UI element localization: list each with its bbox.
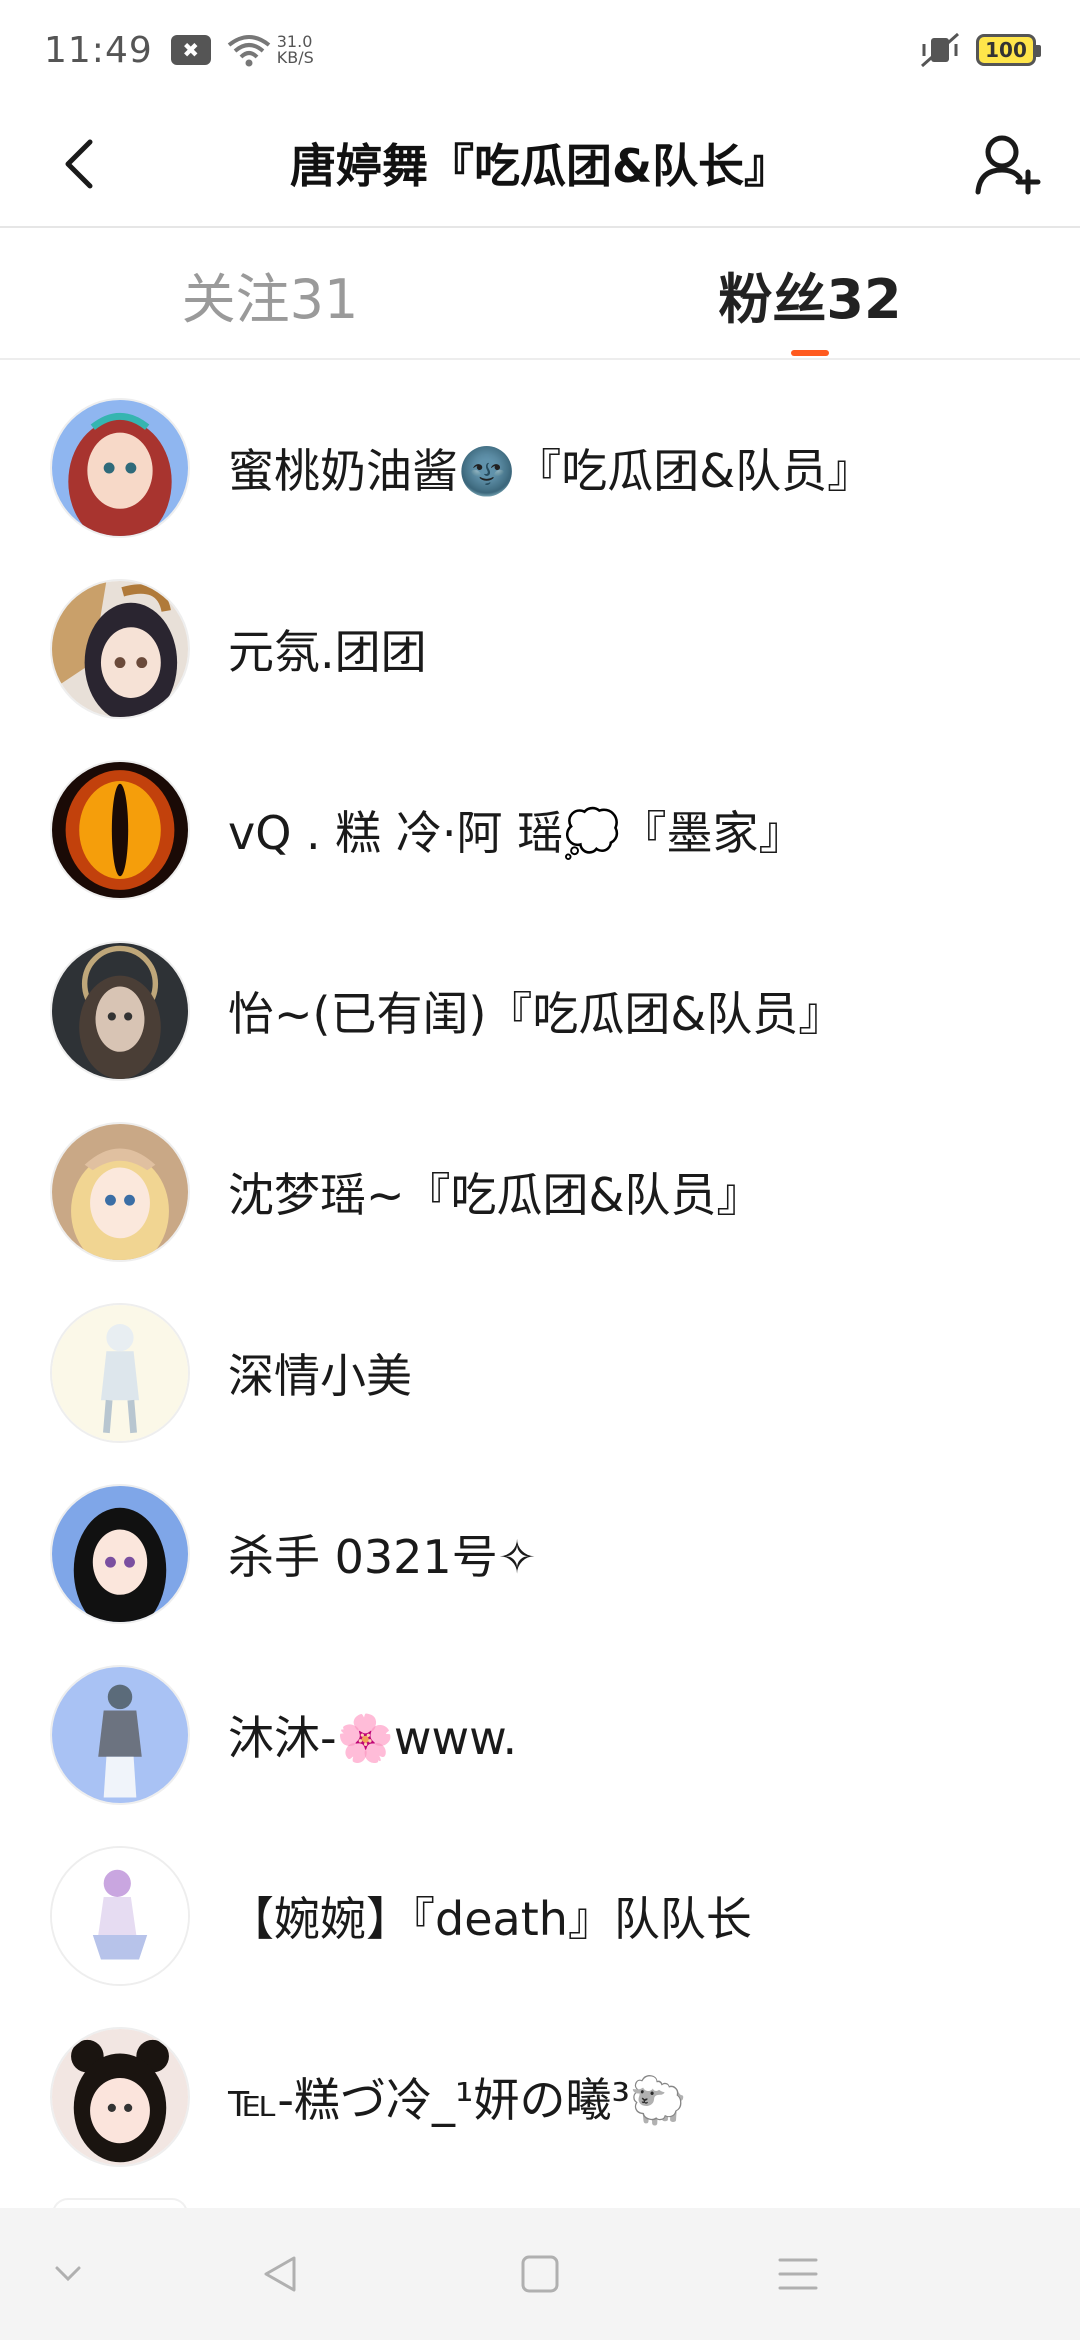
fan-name: 深情小美 — [228, 1349, 412, 1403]
active-tab-indicator — [791, 350, 829, 356]
avatar-anime-girl-horns-icon[interactable] — [50, 579, 190, 719]
vibrate-mute-icon — [918, 30, 962, 70]
back-arrow-icon — [65, 139, 93, 189]
nav-home-button[interactable] — [510, 2244, 570, 2304]
add-user-icon — [975, 135, 1041, 195]
system-navigation-bar — [0, 2208, 1080, 2340]
status-bar: 11:49 ✖ 31.0 KB/S 100 — [0, 0, 1080, 100]
list-item[interactable]: 蜜桃奶油酱🌚『吃瓜团&队员』 — [0, 378, 1080, 558]
header: 唐婷舞『吃瓜团&队长』 — [0, 100, 1080, 228]
fan-name: vQ . 糕 冷·阿 瑶💭『墨家』 — [228, 806, 805, 860]
avatar-white-figure-icon[interactable] — [50, 1303, 190, 1443]
fan-name: 元氛.团团 — [228, 625, 427, 679]
nav-back-button[interactable] — [250, 2244, 310, 2304]
fan-name: 怡~(已有闺)『吃瓜团&队员』 — [228, 987, 845, 1041]
network-speed: 31.0 KB/S — [277, 34, 314, 66]
avatar-anime-girl-black-hair-icon[interactable] — [50, 1484, 190, 1624]
fan-name: 杀手 0321号✧ — [228, 1530, 537, 1584]
notification-x-icon: ✖ — [170, 35, 211, 65]
tab-fans[interactable]: 粉丝32 — [540, 230, 1080, 358]
square-home-icon — [521, 2255, 559, 2293]
list-item[interactable]: ℡-糕づ冷_¹妍の曦³🐑 — [0, 2007, 1080, 2187]
avatar-dark-goddess-icon[interactable] — [50, 941, 190, 1081]
tab-bar: 关注31 粉丝32 — [0, 230, 1080, 360]
fan-name: ℡-糕づ冷_¹妍の曦³🐑 — [228, 2073, 688, 2127]
avatar-fiery-eye-icon[interactable] — [50, 760, 190, 900]
network-speed-unit: KB/S — [276, 48, 314, 67]
add-friend-button[interactable] — [966, 122, 1050, 206]
fan-name: 蜜桃奶油酱🌚『吃瓜团&队员』 — [228, 444, 874, 498]
list-item[interactable]: 沐沐-🌸www. — [0, 1645, 1080, 1825]
tab-following[interactable]: 关注31 — [0, 230, 540, 358]
list-item[interactable]: 怡~(已有闺)『吃瓜团&队员』 — [0, 921, 1080, 1101]
tab-fans-label: 粉丝32 — [718, 267, 902, 331]
fan-name: 沐沐-🌸www. — [228, 1711, 518, 1765]
list-item[interactable]: 杀手 0321号✧ — [0, 1464, 1080, 1644]
avatar-purple-hair-figure-icon[interactable] — [50, 1846, 190, 1986]
list-item[interactable]: vQ . 糕 冷·阿 瑶💭『墨家』 — [0, 740, 1080, 920]
battery-icon: 100 — [976, 34, 1041, 66]
list-item[interactable]: 元氛.团团 — [0, 559, 1080, 739]
avatar-anime-girl-buns-icon[interactable] — [50, 2027, 190, 2167]
avatar-blue-figure-icon[interactable] — [50, 1665, 190, 1805]
list-item[interactable]: 沈梦瑶~『吃瓜团&队员』 — [0, 1102, 1080, 1282]
avatar-anime-girl-red-hair-icon[interactable] — [50, 398, 190, 538]
page-title: 唐婷舞『吃瓜团&队长』 — [289, 139, 791, 193]
nav-menu-button[interactable] — [768, 2244, 828, 2304]
fans-list[interactable]: 蜜桃奶油酱🌚『吃瓜团&队员』 元氛.团团 vQ . 糕 冷·阿 瑶💭『墨家』 怡… — [0, 362, 1080, 2208]
next-avatar-peek — [52, 2198, 188, 2208]
tab-following-label: 关注31 — [181, 267, 359, 331]
triangle-back-icon — [264, 2256, 296, 2292]
back-button[interactable] — [40, 124, 120, 204]
fan-name: 【婉婉】『death』队队长 — [228, 1892, 752, 1946]
nav-hide-button[interactable] — [38, 2244, 98, 2304]
wifi-icon — [227, 33, 271, 67]
avatar-anime-girl-blonde-icon[interactable] — [50, 1122, 190, 1262]
status-right: 100 — [918, 30, 1041, 70]
list-item[interactable]: 深情小美 — [0, 1283, 1080, 1463]
list-item[interactable]: 【婉婉】『death』队队长 — [0, 1826, 1080, 2006]
status-time: 11:49 — [44, 29, 153, 71]
menu-lines-icon — [778, 2258, 818, 2290]
fan-name: 沈梦瑶~『吃瓜团&队员』 — [228, 1168, 763, 1222]
chevron-down-icon — [55, 2266, 81, 2282]
